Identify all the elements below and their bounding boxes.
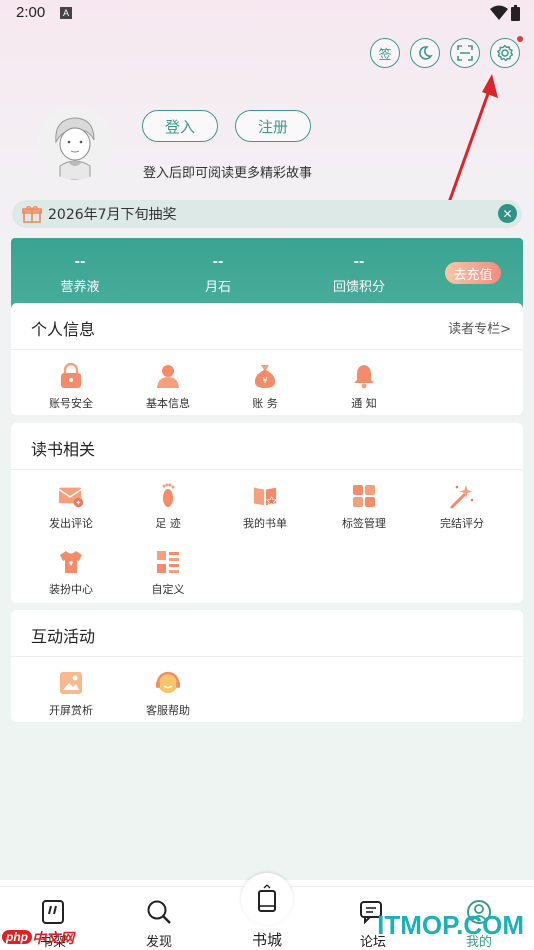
my-comments-item[interactable]: 发出评论: [31, 483, 111, 531]
register-button[interactable]: 注册: [235, 110, 311, 142]
shirt-icon: [60, 551, 82, 573]
customize-item[interactable]: 自定义: [128, 549, 208, 597]
nav-bookstore[interactable]: [241, 873, 293, 925]
money-bag-icon: ¥: [254, 365, 276, 388]
splash-gallery-item[interactable]: 开屏赏析: [31, 670, 111, 718]
divider: [11, 469, 523, 470]
my-booklist-item[interactable]: 我的书单: [225, 483, 305, 531]
item-label: 账号安全: [49, 397, 93, 410]
item-label: 基本信息: [146, 397, 190, 410]
moon-icon: [419, 46, 433, 60]
divider: [11, 656, 523, 657]
sign-in-button[interactable]: 签: [370, 38, 400, 68]
avatar-illustration: [38, 106, 112, 180]
footprint-item[interactable]: 足 迹: [128, 483, 208, 531]
footprint-icon: [162, 483, 175, 507]
item-label: 通 知: [351, 397, 377, 410]
billing-item[interactable]: ¥ 账 务: [225, 363, 305, 411]
item-label: 标签管理: [342, 517, 386, 530]
lottery-text: 2026年7月下旬抽奖: [48, 207, 177, 223]
gear-icon: [497, 44, 514, 62]
stat-label: 月石: [204, 280, 231, 295]
bookshelf-icon: [42, 900, 64, 924]
scan-icon: [457, 45, 473, 61]
notification-item[interactable]: 通 知: [324, 363, 404, 411]
status-time: 2:00: [16, 4, 46, 21]
stats-panel: -- 营养液 -- 月石 -- 回馈积分 去充值: [11, 238, 523, 312]
lock-icon: [61, 363, 81, 388]
wifi-icon: [490, 5, 508, 20]
stat-label: 回馈积分: [332, 280, 385, 295]
watermark-cn: 中文网: [32, 931, 74, 947]
stat-value: --: [212, 255, 224, 270]
login-label: 登入: [164, 117, 195, 136]
personal-info-card: 个人信息 读者专栏> 账号安全 基本信息 ¥ 账 务 通 知: [11, 303, 523, 415]
activity-card: 互动活动 开屏赏析 客服帮助: [11, 610, 523, 722]
settings-badge: [517, 36, 523, 42]
divider: [11, 349, 523, 350]
register-label: 注册: [257, 117, 288, 136]
search-icon: [147, 900, 171, 924]
watermark-itmop: ITMOP.COM: [377, 910, 524, 940]
item-label: 自定义: [151, 583, 185, 596]
bell-icon: [354, 365, 374, 389]
mail-icon: [58, 487, 84, 508]
nav-discover[interactable]: 发现: [124, 899, 194, 950]
card-title: 个人信息: [31, 320, 96, 339]
account-security-item[interactable]: 账号安全: [31, 363, 111, 411]
item-label: 装扮中心: [49, 583, 93, 596]
item-label: 我的书单: [243, 517, 287, 530]
nav-bookstore-label: 书城: [251, 931, 282, 949]
person-icon: [157, 365, 179, 388]
card-title: 读书相关: [31, 440, 96, 459]
basic-info-item[interactable]: 基本信息: [128, 363, 208, 411]
stat-nutrient[interactable]: -- 营养液: [25, 255, 135, 296]
recharge-button[interactable]: 去充值: [445, 262, 501, 284]
stat-moonstone[interactable]: -- 月石: [163, 255, 273, 296]
book-icon: [258, 884, 276, 912]
finish-rating-item[interactable]: 完结评分: [422, 483, 502, 531]
svg-text:¥: ¥: [262, 376, 267, 385]
magic-wand-icon: [450, 485, 474, 509]
card-title: 互动活动: [31, 627, 96, 646]
stat-points[interactable]: -- 回馈积分: [304, 255, 414, 296]
tag-management-item[interactable]: 标签管理: [324, 483, 404, 531]
item-label: 客服帮助: [146, 704, 190, 717]
item-label: 发出评论: [49, 517, 93, 530]
notification-icon: A: [60, 7, 72, 19]
night-mode-button[interactable]: [410, 38, 440, 68]
list-icon: [157, 551, 179, 573]
login-button[interactable]: 登入: [142, 110, 218, 142]
dress-center-item[interactable]: 装扮中心: [31, 549, 111, 597]
sign-label: 签: [378, 47, 392, 63]
close-icon[interactable]: ✕: [498, 204, 517, 223]
image-icon: [60, 672, 82, 694]
stat-value: --: [74, 255, 86, 270]
item-label: 完结评分: [440, 517, 484, 530]
item-label: 账 务: [252, 397, 278, 410]
nav-label: 发现: [145, 935, 172, 950]
stat-value: --: [353, 255, 365, 270]
grid-icon: [353, 485, 375, 507]
avatar[interactable]: [38, 106, 112, 180]
watermark-php: php: [2, 930, 32, 944]
scan-button[interactable]: [450, 38, 480, 68]
booklist-icon: [253, 487, 278, 507]
customer-service-item[interactable]: 客服帮助: [128, 670, 208, 718]
login-hint: 登入后即可阅读更多精彩故事: [143, 166, 313, 181]
item-label: 开屏赏析: [49, 704, 93, 717]
lottery-banner[interactable]: 2026年7月下旬抽奖 ✕: [12, 200, 522, 228]
reading-card: 读书相关 发出评论 足 迹 我的书单 标签管理 完结评分 装扮中心 自定义: [11, 423, 523, 603]
item-label: 足 迹: [155, 517, 181, 530]
battery-icon: [511, 5, 520, 21]
gift-icon: [22, 206, 42, 223]
settings-button[interactable]: [490, 36, 523, 68]
support-icon: [156, 671, 180, 693]
top-actions: 签: [370, 36, 523, 68]
status-bar: 2:00 A: [0, 0, 534, 28]
stat-label: 营养液: [60, 280, 100, 295]
reader-column-link[interactable]: 读者专栏>: [448, 318, 511, 337]
